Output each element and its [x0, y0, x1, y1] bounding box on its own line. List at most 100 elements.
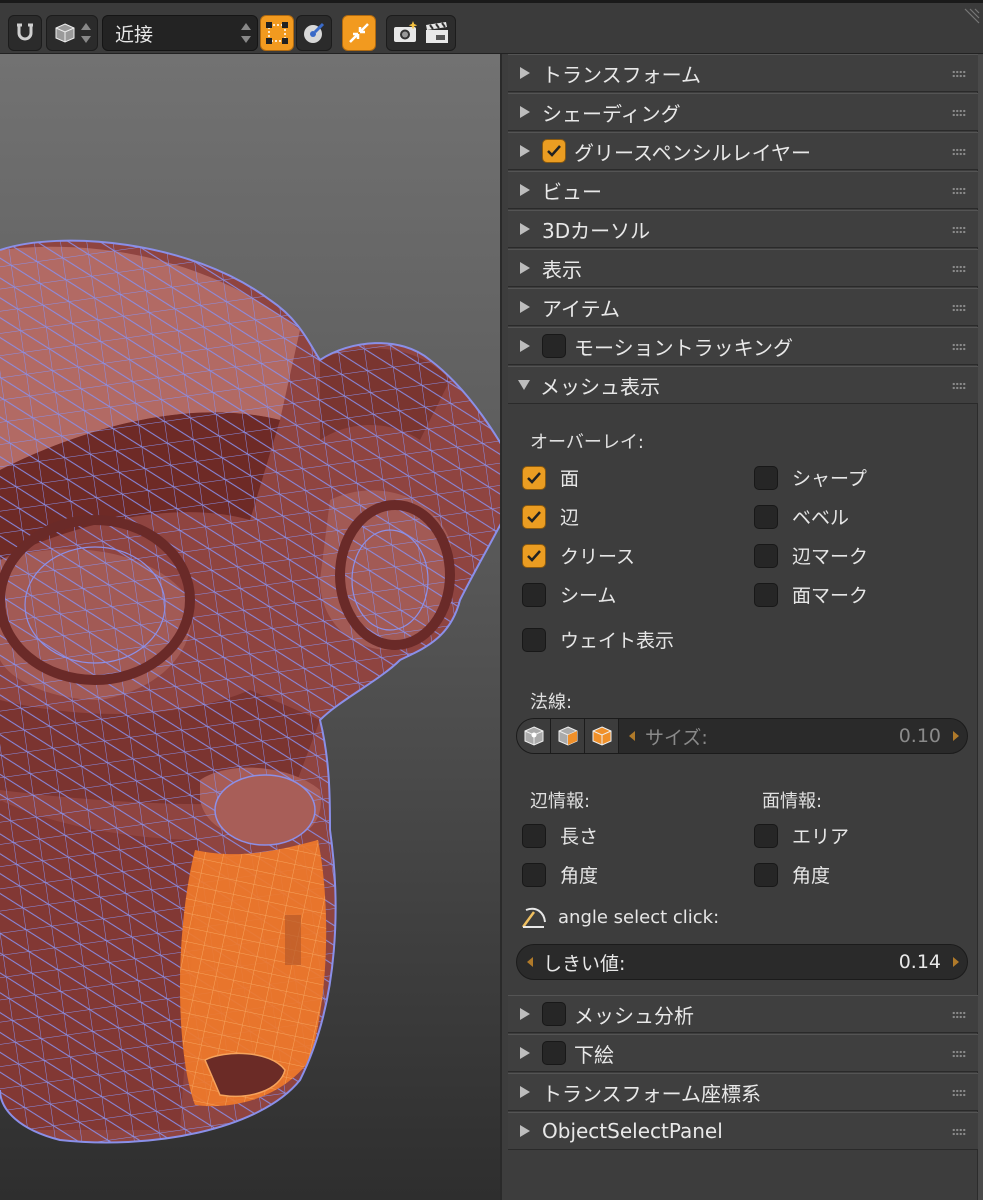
section-object-select-panel[interactable]: ObjectSelectPanel — [508, 1112, 978, 1150]
drag-grip-icon[interactable] — [952, 187, 966, 195]
checkbox[interactable] — [522, 627, 546, 652]
checkbox[interactable] — [754, 823, 778, 848]
snap-rotation-button[interactable] — [296, 15, 332, 51]
drag-grip-icon[interactable] — [952, 1050, 966, 1058]
drag-grip-icon[interactable] — [952, 148, 966, 156]
checkbox[interactable] — [522, 823, 546, 848]
section-transform[interactable]: トランスフォーム — [508, 54, 978, 92]
checkbox[interactable] — [754, 862, 778, 887]
overlay-seams-toggle[interactable]: シーム — [522, 581, 616, 608]
checkbox[interactable] — [522, 504, 546, 529]
decrement-arrow-icon[interactable] — [629, 731, 635, 741]
split-normals-button[interactable] — [551, 719, 585, 753]
viewport-header: 近接 — [0, 0, 983, 54]
render-animation-icon[interactable] — [424, 21, 450, 45]
section-transform-orientations[interactable]: トランスフォーム座標系 — [508, 1073, 978, 1111]
section-view[interactable]: ビュー — [508, 171, 978, 209]
overlay-label: オーバーレイ: — [530, 432, 644, 453]
cube-icon — [55, 23, 75, 43]
overlay-edge-marks-toggle[interactable]: 辺マーク — [754, 542, 868, 569]
face-normal-icon — [592, 726, 611, 746]
overlay-edges-toggle[interactable]: 辺 — [522, 503, 579, 530]
checkbox-label: シーム — [560, 585, 617, 607]
section-3d-cursor[interactable]: 3Dカーソル — [508, 210, 978, 248]
checkbox-label: 面マーク — [792, 585, 869, 607]
checkbox-label: 辺マーク — [792, 546, 869, 568]
drag-grip-icon[interactable] — [952, 109, 966, 117]
section-shading[interactable]: シェーディング — [508, 93, 978, 131]
overlay-faces-toggle[interactable]: 面 — [522, 464, 579, 491]
checkbox[interactable] — [754, 543, 778, 568]
overlay-crease-toggle[interactable]: クリース — [522, 542, 635, 569]
snap-target-button[interactable] — [260, 15, 294, 51]
render-image-icon[interactable] — [392, 20, 420, 46]
snap-target-icon — [266, 22, 288, 44]
section-display[interactable]: 表示 — [508, 249, 978, 287]
section-mesh-analysis[interactable]: メッシュ分析 — [508, 995, 978, 1033]
drag-grip-icon[interactable] — [952, 265, 966, 273]
edge-length-toggle[interactable]: 長さ — [522, 822, 598, 849]
section-mesh-display[interactable]: メッシュ表示 — [508, 366, 978, 404]
checkbox-label: シャープ — [792, 468, 867, 490]
face-info-label: 面情報: — [762, 791, 823, 812]
snap-toggle-button[interactable] — [8, 15, 42, 51]
vertex-normals-button[interactable] — [517, 719, 551, 753]
checkbox-label: 面 — [560, 468, 580, 490]
section-item[interactable]: アイテム — [508, 288, 978, 326]
drag-grip-icon[interactable] — [952, 226, 966, 234]
disclosure-triangle-icon — [520, 184, 530, 196]
drag-grip-icon[interactable] — [952, 382, 966, 390]
area-corner-grip[interactable] — [963, 7, 981, 25]
checkbox[interactable] — [754, 465, 778, 490]
section-label: トランスフォーム — [542, 62, 701, 87]
checkbox[interactable] — [522, 465, 546, 490]
increment-arrow-icon[interactable] — [953, 957, 959, 967]
motion-tracking-checkbox[interactable] — [542, 334, 566, 358]
section-label: シェーディング — [542, 101, 681, 126]
drag-grip-icon[interactable] — [952, 343, 966, 351]
normals-size-field[interactable]: サイズ: 0.10 — [516, 718, 968, 754]
checkbox[interactable] — [754, 582, 778, 607]
checkbox-label: 角度 — [560, 865, 599, 887]
increment-arrow-icon[interactable] — [953, 731, 959, 741]
face-angle-toggle[interactable]: 角度 — [754, 861, 830, 888]
threshold-field[interactable]: しきい値: 0.14 — [516, 944, 968, 980]
split-normal-icon — [558, 726, 577, 746]
snap-element-dropdown[interactable]: 近接 — [102, 15, 258, 51]
drag-grip-icon[interactable] — [952, 1089, 966, 1097]
section-label: モーショントラッキング — [574, 335, 793, 360]
background-images-checkbox[interactable] — [542, 1041, 566, 1065]
grease-pencil-checkbox[interactable] — [542, 139, 566, 163]
overlay-bevel-toggle[interactable]: ベベル — [754, 503, 849, 530]
checkbox[interactable] — [522, 543, 546, 568]
overlay-face-marks-toggle[interactable]: 面マーク — [754, 581, 868, 608]
checkbox-label: 辺 — [560, 507, 580, 529]
checkbox[interactable] — [522, 862, 546, 887]
snap-align-button[interactable] — [342, 15, 376, 51]
section-label: トランスフォーム座標系 — [542, 1081, 761, 1106]
mesh-analysis-checkbox[interactable] — [542, 1002, 566, 1026]
section-grease-pencil-layers[interactable]: グリースペンシルレイヤー — [508, 132, 978, 170]
size-label: サイズ: — [645, 726, 708, 749]
properties-panel: トランスフォーム シェーディング グリースペンシルレイヤー ビュー 3Dカーソル… — [500, 54, 983, 1200]
checkbox[interactable] — [754, 504, 778, 529]
checkbox-label: クリース — [560, 546, 636, 568]
drag-grip-icon[interactable] — [952, 304, 966, 312]
section-background-images[interactable]: 下絵 — [508, 1034, 978, 1072]
face-normals-button[interactable] — [585, 719, 619, 753]
drag-grip-icon[interactable] — [952, 70, 966, 78]
snap-mode-menu[interactable] — [46, 15, 98, 51]
3d-viewport[interactable] — [0, 54, 500, 1200]
overlay-sharp-toggle[interactable]: シャープ — [754, 464, 867, 491]
checkbox[interactable] — [522, 582, 546, 607]
section-label: 表示 — [542, 257, 582, 282]
angle-select-operator[interactable]: angle select click: — [520, 904, 719, 930]
drag-grip-icon[interactable] — [952, 1011, 966, 1019]
overlay-weight-toggle[interactable]: ウェイト表示 — [522, 626, 674, 653]
section-motion-tracking[interactable]: モーショントラッキング — [508, 327, 978, 365]
face-area-toggle[interactable]: エリア — [754, 822, 849, 849]
disclosure-triangle-icon — [520, 1008, 530, 1020]
edge-angle-toggle[interactable]: 角度 — [522, 861, 598, 888]
decrement-arrow-icon[interactable] — [527, 957, 533, 967]
drag-grip-icon[interactable] — [952, 1128, 966, 1136]
